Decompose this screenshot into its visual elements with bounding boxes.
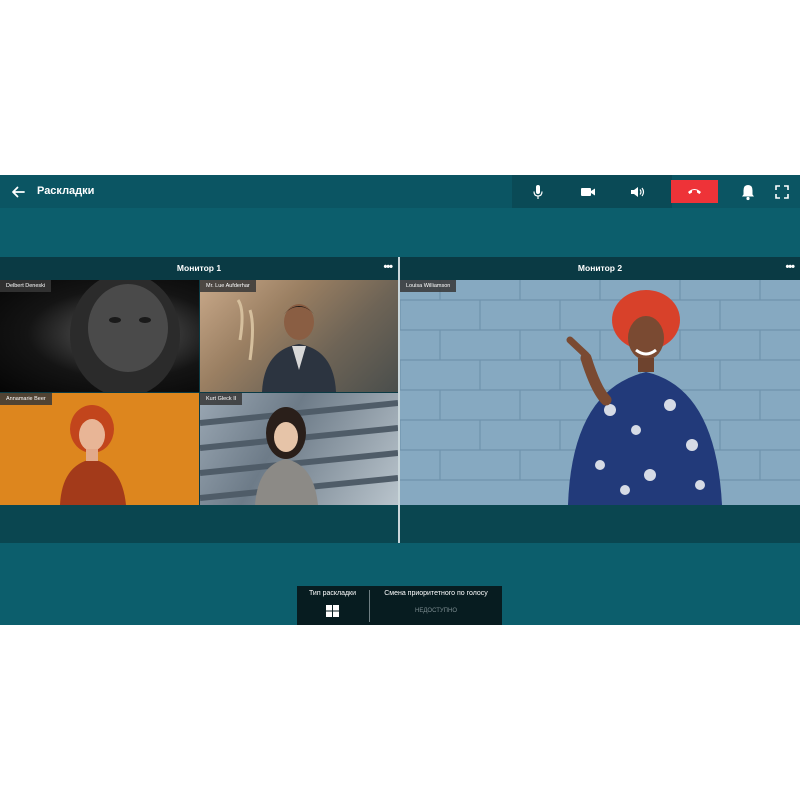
conference-app: Раскладки Монитор 1 ••• Delbert Deneski … xyxy=(0,175,800,625)
page-title: Раскладки xyxy=(37,185,95,197)
voice-priority-label: Смена приоритетного по голосу xyxy=(384,590,488,597)
participant-name: Annamarie Beer xyxy=(0,393,52,405)
monitor-1-panel: Монитор 1 ••• Delbert Deneski Mr. Lue Au… xyxy=(0,257,398,543)
more-icon[interactable]: ••• xyxy=(785,257,795,278)
video-tile-annamarie[interactable]: Annamarie Beer xyxy=(0,393,199,505)
participant-name: Delbert Deneski xyxy=(0,280,52,292)
monitor-2-title: Монитор 2 xyxy=(577,263,623,273)
monitor-2-footer xyxy=(400,505,800,543)
participant-name: Kurt Gleck II xyxy=(200,393,243,405)
video-tile-delbert[interactable]: Delbert Deneski xyxy=(0,280,199,392)
participant-video xyxy=(236,299,336,392)
microphone-icon[interactable] xyxy=(527,181,549,203)
hangup-button[interactable] xyxy=(671,180,718,203)
participant-video xyxy=(60,405,126,505)
video-tile-louisa[interactable]: Louisa Williamson xyxy=(400,280,800,505)
voice-priority-status: НЕДОСТУПНО xyxy=(415,608,457,614)
monitor-2-panel: Монитор 2 ••• Louisa Williamson xyxy=(400,257,800,543)
participant-video xyxy=(200,400,398,505)
bell-icon[interactable] xyxy=(738,182,758,202)
video-tile-kurt[interactable]: Kurt Gleck II xyxy=(200,393,398,505)
participant-video xyxy=(70,280,180,392)
fullscreen-icon[interactable] xyxy=(773,183,791,201)
participant-video xyxy=(400,280,800,505)
grid-layout-icon xyxy=(326,605,339,617)
monitor-1-title: Монитор 1 xyxy=(176,263,222,273)
media-controls xyxy=(512,175,672,208)
participant-name: Louisa Williamson xyxy=(400,280,457,292)
more-icon[interactable]: ••• xyxy=(383,257,393,278)
monitor-1-footer xyxy=(0,505,398,543)
camera-icon[interactable] xyxy=(577,181,599,203)
hangup-icon xyxy=(688,189,701,194)
participant-name: Mr. Lue Aufderhar xyxy=(200,280,256,292)
layout-type-button[interactable]: Тип раскладки xyxy=(297,586,368,625)
video-tile-lue[interactable]: Mr. Lue Aufderhar xyxy=(200,280,398,392)
monitor-2-header: Монитор 2 ••• xyxy=(400,257,800,280)
speaker-icon[interactable] xyxy=(627,181,649,203)
monitor-1-header: Монитор 1 ••• xyxy=(0,257,398,280)
layout-settings-panel: Тип раскладки Смена приоритетного по гол… xyxy=(297,586,502,625)
back-arrow-icon[interactable] xyxy=(8,182,28,202)
top-bar: Раскладки xyxy=(0,175,800,208)
layout-type-label: Тип раскладки xyxy=(308,590,357,597)
